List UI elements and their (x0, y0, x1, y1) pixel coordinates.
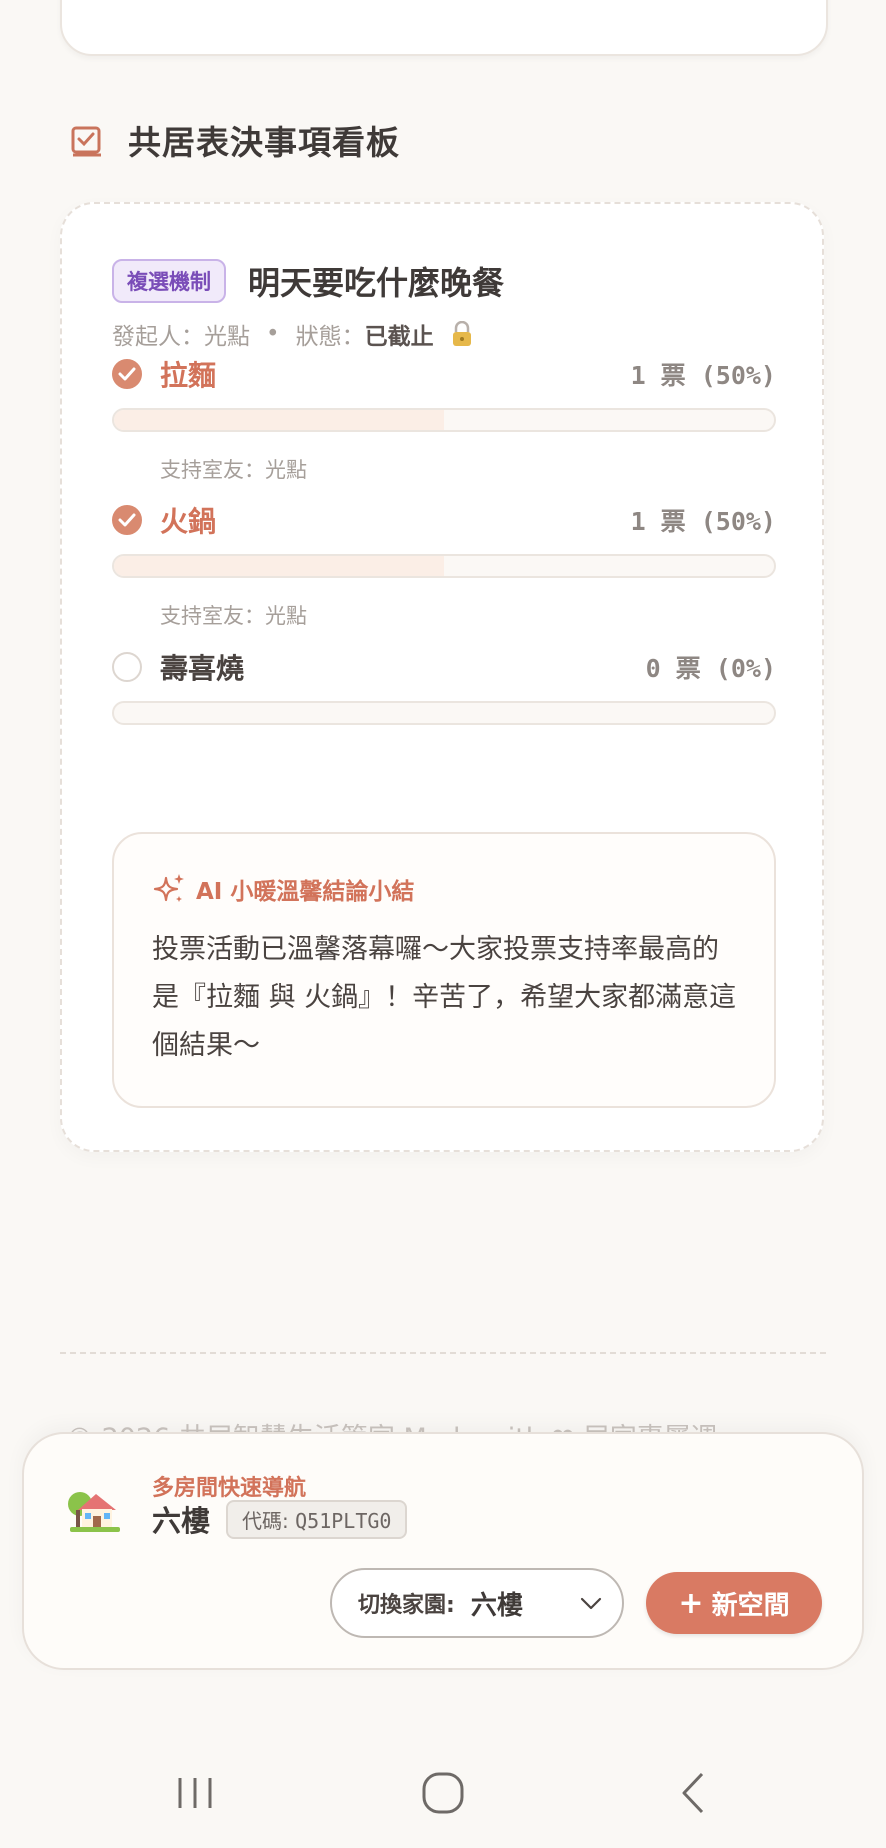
room-code-label: 代碼: (242, 1508, 289, 1533)
vote-progress-bar (112, 554, 776, 578)
option-votes: 1 票 (50%) (630, 507, 776, 536)
option-checkbox[interactable] (112, 505, 142, 535)
check-icon (118, 367, 136, 381)
option-label: 火鍋 (160, 505, 217, 538)
previous-card (60, 0, 828, 56)
option-checkbox[interactable] (112, 652, 142, 682)
poll-title: 明天要吃什麼晚餐 (248, 264, 505, 302)
room-code: Q51PLTG0 (295, 1508, 392, 1533)
recent-apps-icon[interactable] (174, 1772, 216, 1814)
ai-summary-box: AI 小暖溫馨結論小結 投票活動已溫馨落幕囉～大家投票支持率最高的是『拉麵 與 … (112, 832, 776, 1108)
checkbox-icon (71, 126, 101, 157)
back-icon[interactable] (676, 1770, 708, 1816)
option-label: 壽喜燒 (160, 652, 245, 685)
status-label: 狀態： (295, 324, 365, 350)
system-nav-bar (0, 1760, 886, 1848)
house-icon (68, 1492, 120, 1532)
sparkles-icon (153, 874, 184, 902)
option-votes: 1 票 (50%) (630, 361, 776, 390)
section-title: 共居表決事項看板 (128, 123, 400, 162)
new-room-label: 新空間 (711, 1590, 790, 1621)
vote-progress-bar (112, 701, 776, 725)
check-icon (118, 513, 136, 527)
room-nav-panel: 多房間快速導航 六樓 代碼: Q51PLTG0 切換家園: 六樓 + 新空間 (22, 1432, 864, 1670)
section-header: 共居表決事項看板 (70, 118, 400, 162)
vote-progress-fill (114, 410, 444, 430)
switch-label: 切換家園: (358, 1593, 455, 1618)
switch-value: 六樓 (470, 1590, 523, 1621)
footer-divider (60, 1352, 826, 1354)
home-icon[interactable] (420, 1770, 466, 1816)
poll-type-tag: 複選機制 (112, 259, 226, 303)
initiator-label: 發起人： (112, 324, 204, 350)
chevron-down-icon (580, 1597, 602, 1610)
current-room-name: 六樓 (152, 1504, 211, 1538)
initiator-name: 光點 (204, 324, 250, 350)
room-code-badge: 代碼: Q51PLTG0 (226, 1499, 408, 1539)
vote-progress-bar (112, 408, 776, 432)
new-room-button[interactable]: + 新空間 (646, 1572, 822, 1634)
option-votes: 0 票 (0%) (645, 654, 776, 683)
status-value: 已截止 (364, 324, 434, 350)
poll-meta: 發起人： 光點 • 狀態： 已截止 (112, 317, 474, 351)
poll-card: 複選機制 明天要吃什麼晚餐 發起人： 光點 • 狀態： 已截止 拉麵 1 票 (… (60, 202, 824, 1152)
plus-icon: + (678, 1585, 704, 1621)
option-label: 拉麵 (160, 359, 217, 392)
option-supporters: 支持室友：光點 (160, 458, 307, 482)
ai-summary-text: 投票活動已溫馨落幕囉～大家投票支持率最高的是『拉麵 與 火鍋』！辛苦了，希望大家… (152, 934, 737, 1061)
home-switch-select[interactable]: 切換家園: 六樓 (330, 1568, 624, 1638)
meta-separator: • (266, 321, 280, 347)
option-supporters: 支持室友：光點 (160, 604, 307, 628)
poll-option[interactable]: 火鍋 1 票 (50%) 支持室友：光點 (112, 500, 776, 630)
ai-summary-title: AI 小暖溫馨結論小結 (196, 879, 415, 905)
poll-option[interactable]: 壽喜燒 0 票 (0%) (112, 647, 776, 725)
option-checkbox[interactable] (112, 359, 142, 389)
poll-option[interactable]: 拉麵 1 票 (50%) 支持室友：光點 (112, 354, 776, 484)
vote-progress-fill (114, 556, 444, 576)
lock-icon (452, 321, 471, 346)
